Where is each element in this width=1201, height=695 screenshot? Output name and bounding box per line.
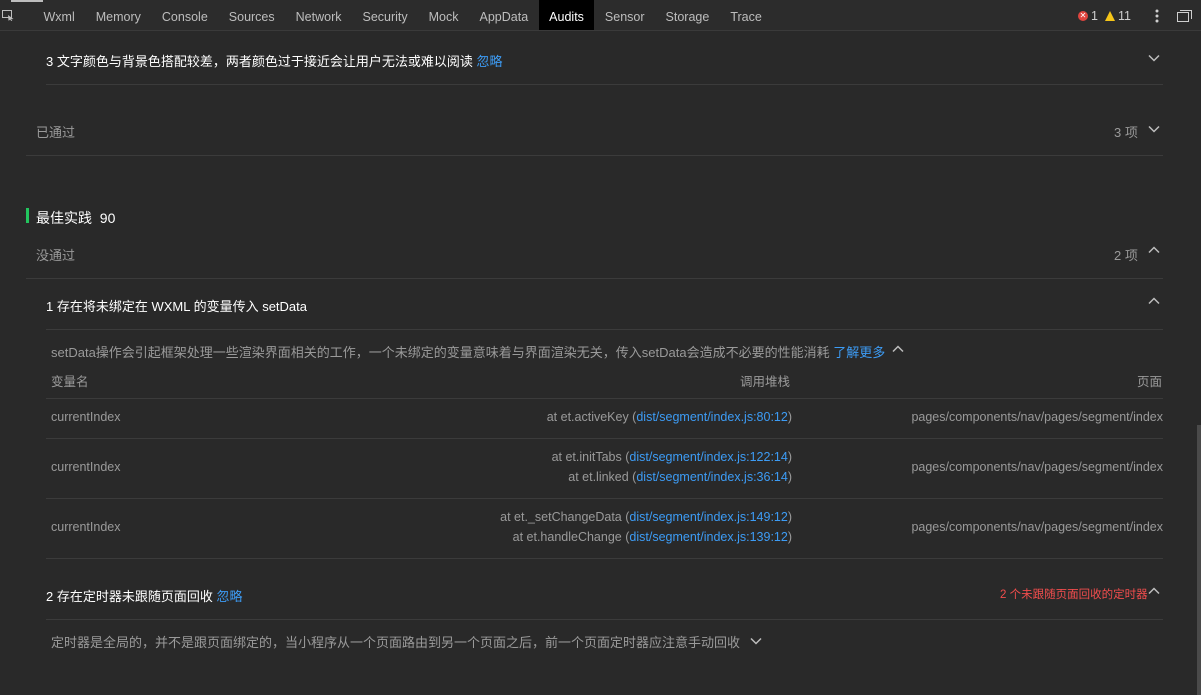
tab-trace[interactable]: Trace (720, 0, 773, 30)
divider (26, 155, 1163, 156)
more-options-icon[interactable] (1155, 9, 1159, 23)
error-count: 1 (1091, 9, 1098, 23)
failed-count: 2 项 (1114, 248, 1138, 263)
tab-security[interactable]: Security (352, 0, 418, 30)
error-icon: ✕ (1078, 11, 1088, 21)
audit-item-timers[interactable]: 2 存在定时器未跟随页面回收 忽略 (46, 586, 242, 605)
cell-page: pages/components/nav/pages/segment/index (911, 460, 1163, 474)
cell-variable: currentIndex (51, 520, 121, 534)
chevron-up-icon[interactable] (1147, 294, 1161, 308)
tab-console[interactable]: Console (151, 0, 218, 30)
chevron-up-icon[interactable] (1147, 243, 1161, 257)
audit-item-title: 2 存在定时器未跟随页面回收 (46, 589, 213, 604)
divider (46, 329, 1163, 330)
stack-frame: at et._setChangeData (dist/segment/index… (500, 510, 792, 524)
stack-frame: at et.handleChange (dist/segment/index.j… (512, 530, 792, 544)
devtools-tab-bar: Wxml Memory Console Sources Network Security M… (0, 0, 1201, 31)
chevron-up-icon[interactable] (891, 342, 905, 356)
section-title: 最佳实践 90 (36, 210, 116, 226)
divider (26, 278, 1163, 279)
audit-item-unbound-setdata[interactable]: 1 存在将未绑定在 WXML 的变量传入 setData (46, 296, 307, 315)
column-header-page: 页面 (1137, 375, 1163, 389)
tab-memory[interactable]: Memory (85, 0, 151, 30)
tab-appdata[interactable]: AppData (469, 0, 539, 30)
section-score: 90 (99, 210, 116, 226)
chevron-down-icon[interactable] (749, 634, 763, 648)
audits-report: 3 文字颜色与背景色搭配较差，两者颜色过于接近会让用户无法或难以阅读 忽略 已通… (0, 31, 1201, 695)
ignore-link[interactable]: 忽略 (216, 589, 242, 604)
failed-label[interactable]: 没通过 (36, 245, 75, 264)
issue-counters[interactable]: ✕ 1 11 (1078, 9, 1131, 23)
tab-sensor[interactable]: Sensor (594, 0, 655, 30)
inspect-element-icon[interactable] (2, 10, 14, 21)
chevron-down-icon[interactable] (1147, 51, 1161, 65)
cell-page: pages/components/nav/pages/segment/index (911, 520, 1163, 534)
timer-alert-badge: 2 个未跟随页面回收的定时器 (1000, 589, 1148, 601)
scrollbar[interactable] (1197, 425, 1201, 695)
divider (46, 398, 1163, 399)
divider (46, 84, 1163, 85)
panel-tabs: Wxml Memory Console Sources Network Security M… (33, 0, 772, 30)
source-link[interactable]: dist/segment/index.js:80:12 (636, 410, 787, 424)
dock-side-icon[interactable] (1177, 10, 1192, 22)
cell-variable: currentIndex (51, 410, 121, 424)
chevron-down-icon[interactable] (1147, 122, 1161, 136)
tab-audits[interactable]: Audits (538, 0, 595, 30)
divider (46, 558, 1163, 559)
tab-network[interactable]: Network (285, 0, 352, 30)
warning-icon (1104, 11, 1115, 21)
divider (46, 619, 1163, 620)
source-link[interactable]: dist/segment/index.js:139:12 (629, 530, 787, 544)
source-link[interactable]: dist/segment/index.js:36:14 (636, 470, 787, 484)
tab-mock[interactable]: Mock (418, 0, 469, 30)
audit-item-title: 3 文字颜色与背景色搭配较差，两者颜色过于接近会让用户无法或难以阅读 (46, 54, 473, 69)
chevron-up-icon[interactable] (1147, 584, 1161, 598)
stack-frame: at et.linked (dist/segment/index.js:36:1… (568, 470, 792, 484)
learn-more-link[interactable]: 了解更多 (833, 345, 885, 360)
column-header-variable: 变量名 (51, 375, 89, 389)
section-accent-bar (26, 208, 29, 223)
tab-wxml[interactable]: Wxml (33, 0, 85, 30)
cell-page: pages/components/nav/pages/segment/index (911, 410, 1163, 424)
divider (46, 498, 1163, 499)
warning-count: 11 (1117, 9, 1131, 23)
tab-storage[interactable]: Storage (655, 0, 720, 30)
passed-count: 3 项 (1114, 125, 1138, 140)
source-link[interactable]: dist/segment/index.js:149:12 (629, 510, 787, 524)
column-header-stack: 调用堆栈 (740, 375, 791, 389)
tab-sources[interactable]: Sources (218, 0, 285, 30)
audit-item-contrast[interactable]: 3 文字颜色与背景色搭配较差，两者颜色过于接近会让用户无法或难以阅读 忽略 (46, 51, 502, 70)
audit-item-description: 定时器是全局的，并不是跟页面绑定的，当小程序从一个页面路由到另一个页面之后，前一… (51, 635, 741, 650)
ignore-link[interactable]: 忽略 (476, 54, 502, 69)
cell-variable: currentIndex (51, 460, 121, 474)
divider (46, 438, 1163, 439)
passed-label[interactable]: 已通过 (36, 122, 75, 141)
audit-item-description: setData操作会引起框架处理一些渲染界面相关的工作，一个未绑定的变量意味着与… (51, 345, 886, 360)
stack-frame: at et.initTabs (dist/segment/index.js:12… (551, 450, 792, 464)
stack-frame: at et.activeKey (dist/segment/index.js:8… (546, 410, 792, 424)
source-link[interactable]: dist/segment/index.js:122:14 (629, 450, 787, 464)
